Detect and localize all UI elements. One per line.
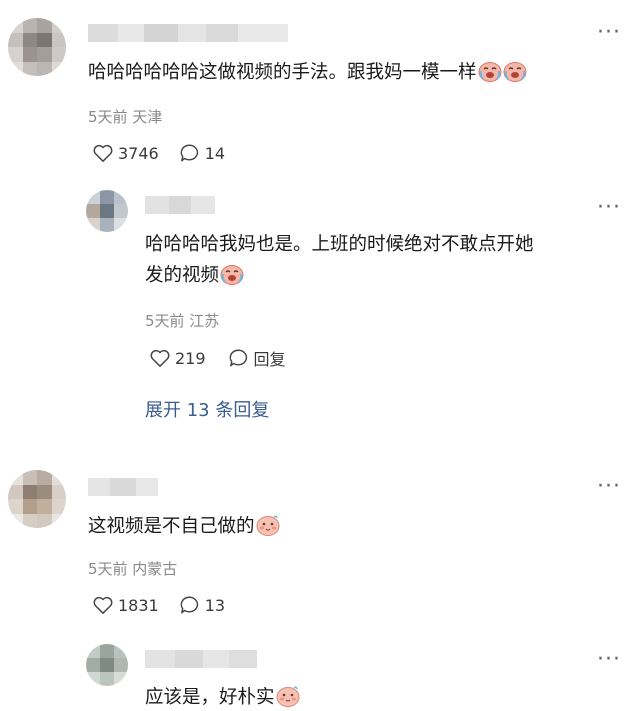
comment-meta: 5天前 内蒙古 bbox=[88, 560, 178, 578]
reply-button[interactable]: 回复 bbox=[228, 346, 286, 370]
username[interactable] bbox=[88, 478, 158, 496]
laugh-cry-emoji bbox=[220, 265, 244, 285]
laugh-cry-emoji bbox=[503, 62, 527, 82]
like-button[interactable]: 219 bbox=[149, 348, 206, 368]
laugh-cry-emoji bbox=[478, 62, 502, 82]
heart-icon bbox=[150, 349, 170, 367]
reply-count: 13 bbox=[204, 595, 226, 615]
comment-bubble-icon bbox=[229, 349, 247, 367]
reply-count: 14 bbox=[204, 143, 226, 163]
like-count: 219 bbox=[175, 348, 206, 368]
like-count: 1831 bbox=[118, 595, 159, 615]
more-dots-icon[interactable]: ··· bbox=[597, 197, 621, 219]
avatar[interactable] bbox=[86, 644, 128, 686]
username[interactable] bbox=[88, 24, 288, 42]
comment-meta: 5天前 天津 bbox=[88, 108, 163, 126]
username[interactable] bbox=[145, 196, 215, 214]
more-dots-icon[interactable]: ··· bbox=[597, 22, 621, 44]
heart-icon bbox=[93, 144, 113, 162]
comment-bubble-icon bbox=[180, 596, 198, 614]
comment-actions: 1831 13 bbox=[92, 595, 225, 615]
reply-text: 哈哈哈哈我妈也是。上班的时候绝对不敢点开她 发的视频 bbox=[145, 234, 534, 286]
reply-button[interactable]: 13 bbox=[179, 595, 225, 615]
avatar[interactable] bbox=[86, 190, 128, 232]
comment-bubble-icon bbox=[180, 144, 198, 162]
reply-button[interactable]: 14 bbox=[179, 143, 225, 163]
like-count: 3746 bbox=[118, 143, 159, 163]
more-dots-icon[interactable]: ··· bbox=[597, 649, 621, 671]
expand-replies-link[interactable]: 展开 13 条回复 bbox=[145, 396, 269, 422]
reply-text: 应该是，好朴实 bbox=[145, 685, 300, 711]
like-button[interactable]: 1831 bbox=[92, 595, 159, 615]
heart-icon bbox=[93, 596, 113, 614]
comment-text: 哈哈哈哈哈哈这做视频的手法。跟我妈一模一样 bbox=[88, 60, 527, 86]
reply-meta: 5天前 江苏 bbox=[145, 312, 220, 330]
reply-label: 回复 bbox=[253, 350, 286, 369]
more-dots-icon[interactable]: ··· bbox=[597, 476, 621, 498]
avatar[interactable] bbox=[8, 18, 66, 76]
blush-emoji bbox=[276, 686, 300, 707]
comment-text: 这视频是不自己做的 bbox=[88, 514, 280, 540]
username[interactable] bbox=[145, 650, 257, 668]
comment-actions: 3746 14 bbox=[92, 143, 225, 163]
avatar[interactable] bbox=[8, 470, 66, 528]
like-button[interactable]: 3746 bbox=[92, 143, 159, 163]
blush-emoji bbox=[256, 515, 280, 536]
reply-actions: 219 回复 bbox=[149, 346, 286, 370]
